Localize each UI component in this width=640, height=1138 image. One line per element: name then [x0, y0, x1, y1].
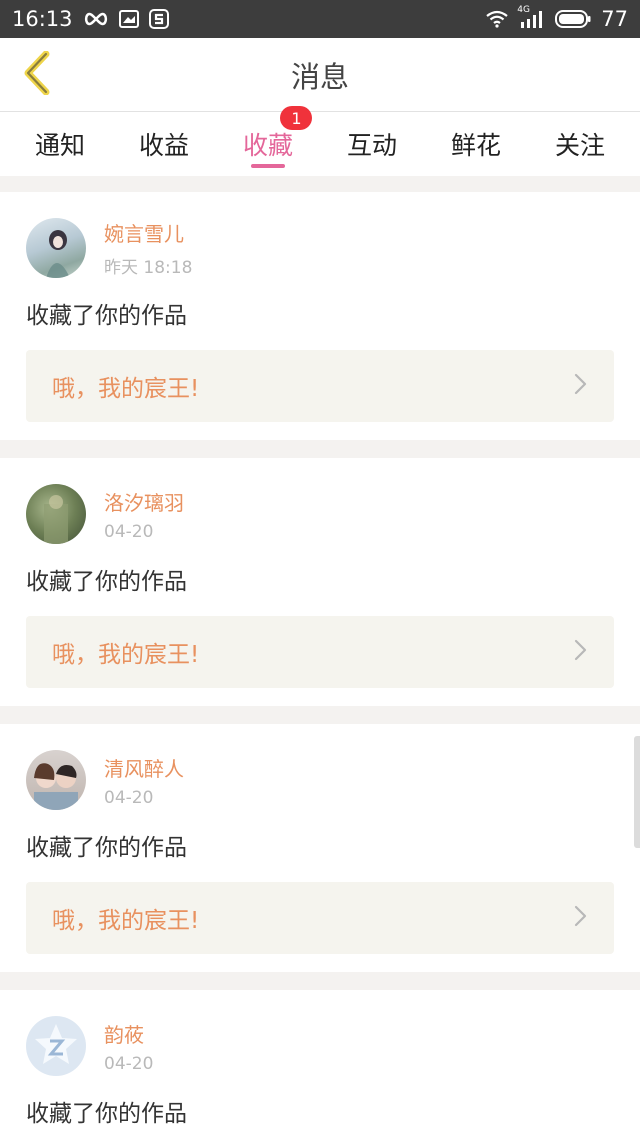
message-card: 韵莜 04-20 收藏了你的作品 [0, 990, 640, 1138]
message-card: 清风醉人 04-20 收藏了你的作品 哦，我的宸王! [0, 724, 640, 972]
card-header: 韵莜 04-20 [26, 1016, 614, 1076]
work-title: 哦，我的宸王! [52, 376, 200, 402]
avatar[interactable] [26, 484, 86, 544]
page-title: 消息 [290, 59, 349, 94]
avatar[interactable] [26, 750, 86, 810]
network-type-label: 4G [517, 5, 530, 15]
action-text: 收藏了你的作品 [26, 1101, 187, 1127]
message-time: 昨天 18:18 [104, 258, 193, 278]
status-left: 16:13 [12, 7, 169, 31]
tab-label: 互动 [346, 131, 397, 160]
chevron-right-icon [574, 639, 588, 665]
status-bar: 16:13 4G 77 [0, 0, 640, 38]
action-text: 收藏了你的作品 [26, 303, 187, 329]
tab-label: 收益 [138, 131, 189, 160]
message-card: 洛汐璃羽 04-20 收藏了你的作品 哦，我的宸王! [0, 458, 640, 706]
avatar[interactable] [26, 1016, 86, 1076]
chevron-right-icon [574, 373, 588, 399]
tab-label: 收藏 [242, 131, 293, 160]
author-name[interactable]: 韵莜 [104, 1019, 153, 1048]
nav-bar: 消息 [0, 38, 640, 112]
status-right: 4G 77 [485, 5, 628, 31]
tab-label: 关注 [554, 131, 605, 160]
battery-level: 77 [601, 7, 628, 31]
message-list: 婉言雪儿 昨天 18:18 收藏了你的作品 哦，我的宸王! 洛汐璃羽 04-20… [0, 176, 640, 1138]
message-time: 04-20 [104, 787, 154, 808]
battery-icon [555, 10, 591, 28]
author-name[interactable]: 清风醉人 [104, 753, 184, 782]
card-header: 婉言雪儿 昨天 18:18 [26, 218, 614, 278]
tab-notice[interactable]: 通知 [8, 112, 112, 176]
tab-interaction[interactable]: 互动 [320, 112, 424, 176]
tab-bar: 通知 收益 收藏 1 互动 鲜花 关注 [0, 106, 640, 176]
status-time: 16:13 [12, 7, 73, 31]
tab-follow[interactable]: 关注 [528, 112, 632, 176]
author-info: 洛汐璃羽 04-20 [104, 487, 184, 542]
scrollbar[interactable] [634, 736, 640, 848]
action-text: 收藏了你的作品 [26, 835, 187, 861]
work-link[interactable]: 哦，我的宸王! [26, 616, 614, 688]
infinity-icon [83, 12, 109, 26]
work-link[interactable]: 哦，我的宸王! [26, 882, 614, 954]
tab-favorites[interactable]: 收藏 1 [216, 106, 320, 176]
author-name[interactable]: 婉言雪儿 [104, 218, 192, 247]
mail-card-icon [118, 10, 139, 28]
card-header: 清风醉人 04-20 [26, 750, 614, 810]
s-app-icon [148, 9, 169, 29]
message-time: 04-20 [104, 1053, 154, 1074]
back-arrow-icon [22, 50, 52, 99]
back-button[interactable] [14, 50, 60, 99]
signal-icon: 4G [517, 5, 545, 29]
message-card: 婉言雪儿 昨天 18:18 收藏了你的作品 哦，我的宸王! [0, 192, 640, 440]
work-link[interactable]: 哦，我的宸王! [26, 350, 614, 422]
tab-label: 通知 [34, 131, 85, 160]
avatar[interactable] [26, 218, 86, 278]
author-name[interactable]: 洛汐璃羽 [104, 487, 184, 516]
author-info: 清风醉人 04-20 [104, 753, 184, 808]
action-text: 收藏了你的作品 [26, 569, 187, 595]
author-info: 婉言雪儿 昨天 18:18 [104, 218, 192, 278]
wifi-icon [485, 10, 509, 28]
card-header: 洛汐璃羽 04-20 [26, 484, 614, 544]
message-time: 04-20 [104, 521, 154, 542]
tab-label: 鲜花 [450, 131, 501, 160]
work-title: 哦，我的宸王! [52, 642, 200, 668]
unread-badge: 1 [280, 106, 313, 130]
chevron-right-icon [574, 905, 588, 931]
author-info: 韵莜 04-20 [104, 1019, 153, 1074]
tab-income[interactable]: 收益 [112, 112, 216, 176]
work-title: 哦，我的宸王! [52, 908, 200, 934]
tab-flowers[interactable]: 鲜花 [424, 112, 528, 176]
